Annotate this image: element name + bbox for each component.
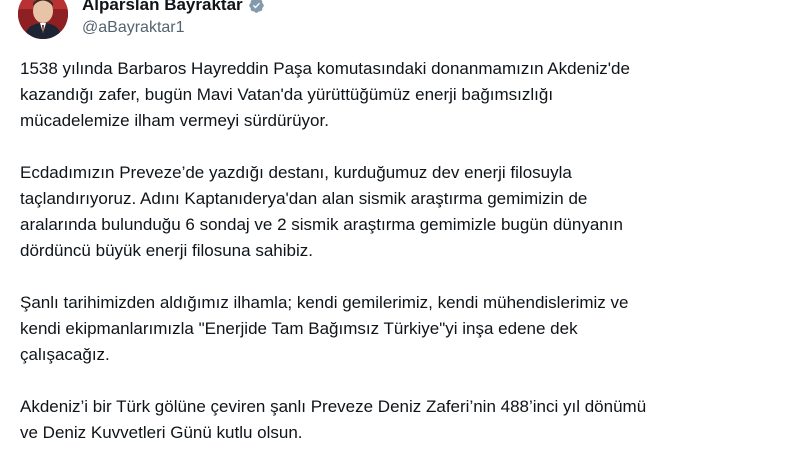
author-names: Alparslan Bayraktar @aBayraktar1 <box>82 0 265 39</box>
tweet-paragraph: Ecdadımızın Preveze’de yazdığı destanı, … <box>20 163 623 260</box>
author-display-name[interactable]: Alparslan Bayraktar <box>82 0 243 15</box>
tweet-header: Alparslan Bayraktar @aBayraktar1 <box>18 0 265 40</box>
name-row: Alparslan Bayraktar <box>82 0 265 15</box>
avatar[interactable] <box>18 0 68 39</box>
tweet-paragraph: 1538 yılında Barbaros Hayreddin Paşa kom… <box>20 59 630 130</box>
tweet-text: 1538 yılında Barbaros Hayreddin Paşa kom… <box>20 56 780 472</box>
verified-badge-icon <box>248 0 265 14</box>
tweet-paragraph: Akdeniz’i bir Türk gölüne çeviren şanlı … <box>20 397 647 442</box>
author-handle[interactable]: @aBayraktar1 <box>82 17 265 39</box>
tweet-paragraph: Şanlı tarihimizden aldığımız ilhamla; ke… <box>20 293 629 364</box>
tweet: Alparslan Bayraktar @aBayraktar1 1538 yı… <box>0 0 790 445</box>
